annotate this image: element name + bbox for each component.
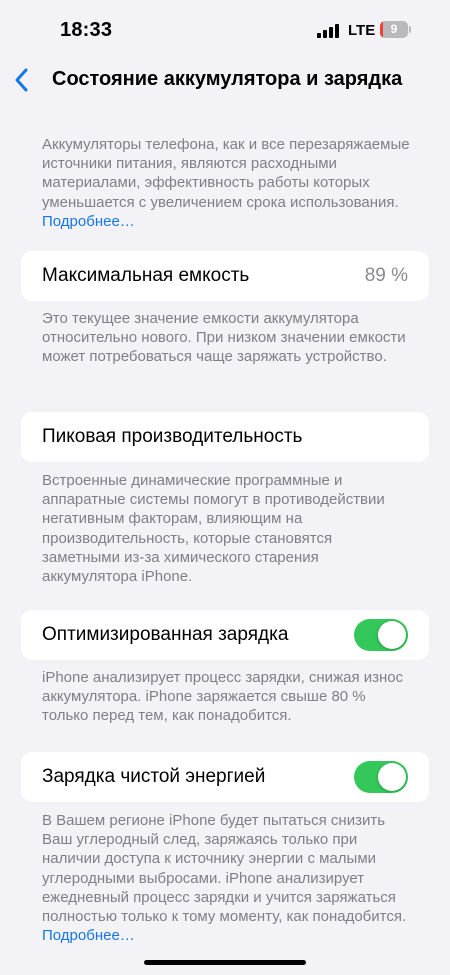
battery-icon: 9 [380,21,411,38]
toggle-knob [378,621,406,649]
network-type: LTE [348,22,376,39]
status-bar: 18:33 LTE 9 [0,0,450,62]
battery-settings-screen: 18:33 LTE 9 Состояние аккумулятора и зар… [0,0,450,975]
peak-performance-row[interactable]: Пиковая производительность [21,412,429,462]
optimized-charging-footnote: iPhone анализирует процесс зарядки, сниж… [42,669,404,725]
clean-energy-learn-more-link[interactable]: Подробнее… [42,927,135,944]
intro-learn-more-link[interactable]: Подробнее… [42,213,135,230]
max-capacity-footnote: Это текущее значение емкости аккумулятор… [42,310,406,366]
optimized-charging-label: Оптимизированная зарядка [42,624,289,645]
intro-text: Аккумуляторы телефона, как и все перезар… [42,136,410,211]
clean-energy-label: Зарядка чистой энергией [42,766,266,787]
optimized-charging-row: Оптимизированная зарядка [21,610,429,660]
clean-energy-row: Зарядка чистой энергией [21,752,429,802]
max-capacity-label: Максимальная емкость [42,265,250,286]
cellular-signal-icon [317,24,339,38]
max-capacity-value: 89 % [364,265,408,286]
peak-performance-footnote: Встроенные динамические программные и ап… [42,472,385,586]
chevron-left-icon [15,68,28,92]
peak-performance-label: Пиковая производительность [42,426,303,447]
clean-energy-text: В Вашем регионе iPhone будет пытаться сн… [42,812,407,926]
toggle-knob [378,763,406,791]
navigation-bar: Состояние аккумулятора и зарядка [0,62,450,98]
back-button[interactable] [10,64,36,96]
home-indicator[interactable] [144,960,306,965]
page-title: Состояние аккумулятора и зарядка [52,68,403,90]
clean-energy-footnote: В Вашем регионе iPhone будет пытаться сн… [42,811,412,945]
optimized-charging-toggle[interactable] [354,619,408,651]
intro-description: Аккумуляторы телефона, как и все перезар… [42,135,412,231]
battery-level: 9 [390,22,398,36]
clean-energy-toggle[interactable] [354,761,408,793]
status-time: 18:33 [60,19,113,41]
max-capacity-row: Максимальная емкость 89 % [21,251,429,301]
